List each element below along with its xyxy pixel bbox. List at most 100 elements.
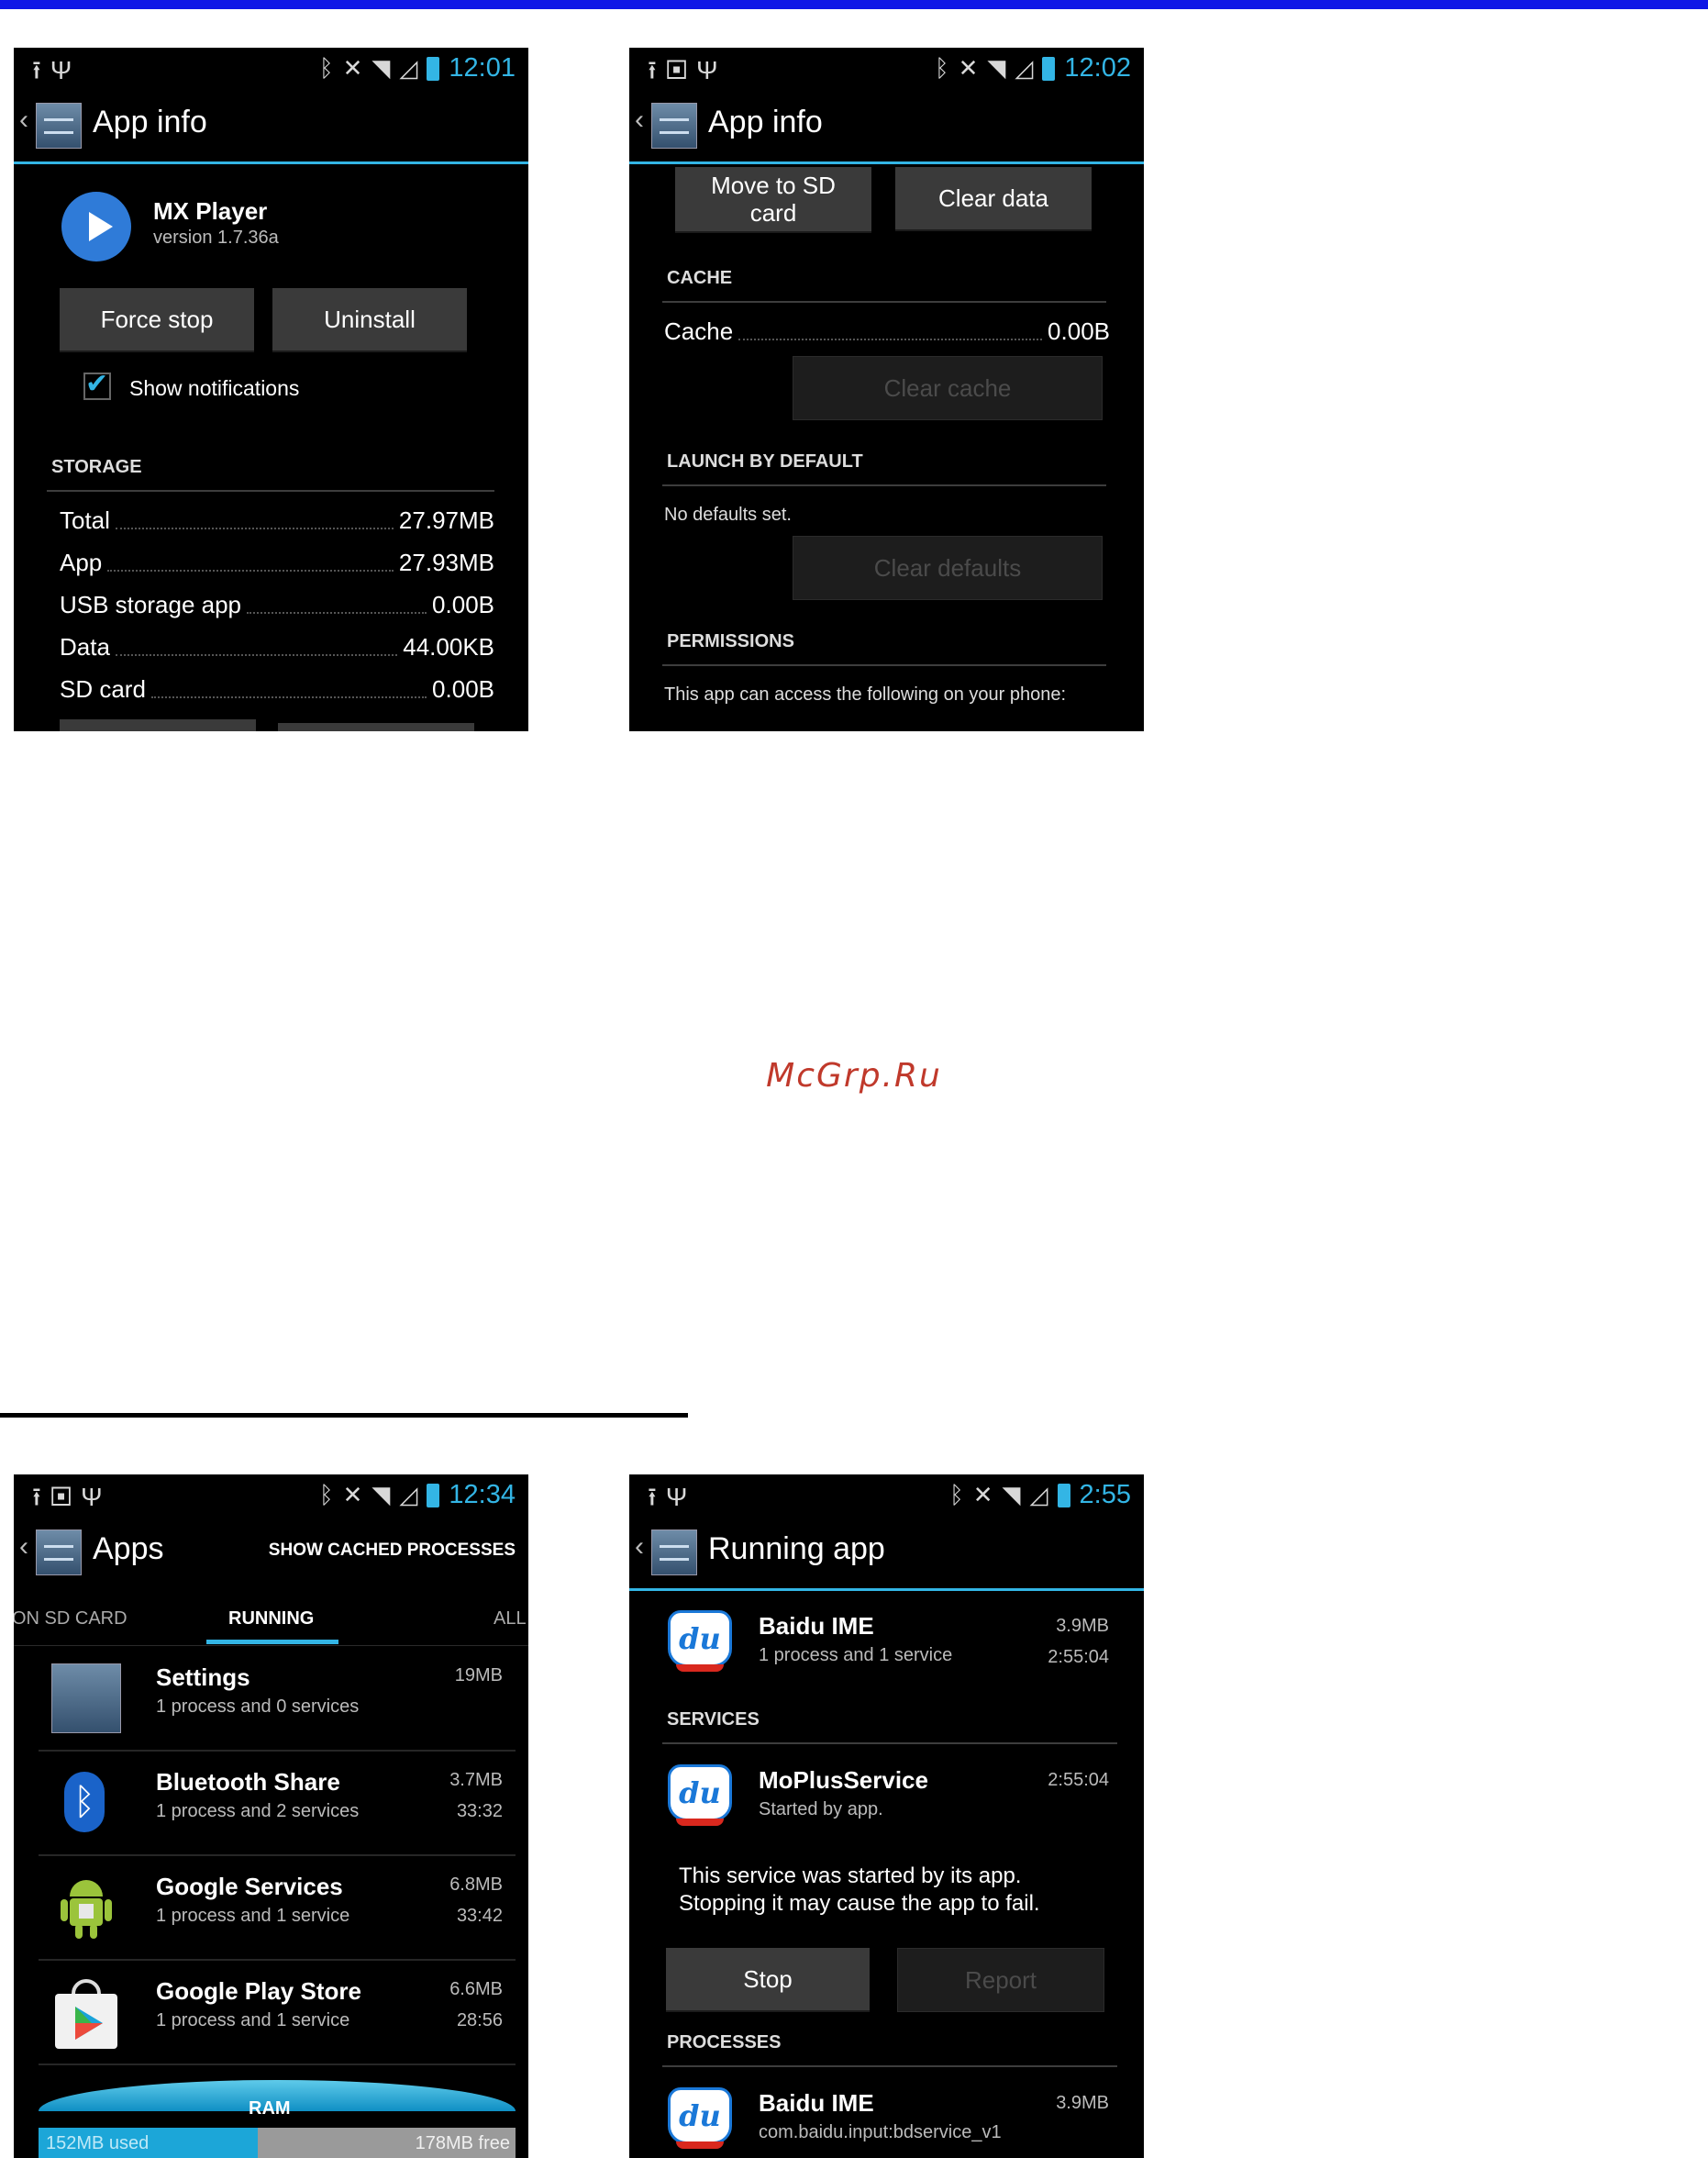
permissions-divider (662, 664, 1106, 666)
mute-icon: ✕ (342, 54, 363, 82)
baidu-icon: du (668, 1610, 732, 1672)
report-button[interactable]: Report (897, 1948, 1104, 2012)
status-bar: ⭱▣Ψ ᛒ ✕ ◥ ◿ 12:34 (14, 1474, 528, 1513)
move-to-sd-button[interactable]: Move to SD card (675, 167, 871, 231)
clock: 12:02 (1064, 53, 1131, 83)
play-icon (61, 192, 131, 261)
clock: 2:55 (1079, 1480, 1131, 1509)
storage-row-sd: SD card 0.00B (60, 675, 494, 703)
wifi-icon: ◥ (987, 54, 1006, 82)
signal-icon: ◿ (399, 54, 418, 82)
list-item[interactable]: Settings 1 process and 0 services 19MB (39, 1649, 516, 1752)
action-bar: ‹ App info (14, 86, 528, 164)
wifi-icon: ◥ (372, 54, 391, 82)
app-time: 33:42 (456, 1906, 503, 1926)
app-sub: 1 process and 2 services (156, 1801, 360, 1821)
mute-icon: ✕ (958, 54, 979, 82)
clear-data-button[interactable]: Clear data (895, 167, 1092, 229)
services-header: SERVICES (667, 1709, 760, 1730)
image-icon: ▣ (665, 56, 697, 84)
status-bar: ⭱▣Ψ ᛒ ✕ ◥ ◿ 12:02 (629, 48, 1144, 86)
storage-header: STORAGE (51, 457, 142, 477)
battery-icon (1057, 1483, 1070, 1507)
storage-divider (47, 490, 494, 492)
launch-divider (662, 484, 1106, 486)
app-time: 33:32 (456, 1801, 503, 1821)
app-size: 6.8MB (449, 1874, 503, 1895)
ram-bar: 152MB used 178MB free (39, 2128, 516, 2158)
service-name[interactable]: MoPlusService (759, 1766, 928, 1795)
tab-running[interactable]: RUNNING (228, 1608, 314, 1630)
tab-all[interactable]: ALL (494, 1608, 527, 1630)
ram-used-text: 152MB used (46, 2133, 150, 2153)
action-bar: ‹ Apps SHOW CACHED PROCESSES (14, 1513, 528, 1588)
signal-icon: ◿ (399, 1481, 418, 1508)
process-size: 3.9MB (1056, 2093, 1109, 2113)
processes-header: PROCESSES (667, 2032, 782, 2052)
settings-icon[interactable] (36, 103, 82, 149)
usb-icon: Ψ (81, 1483, 112, 1511)
top-app-name: Baidu IME (759, 1612, 874, 1640)
play-store-icon (51, 1974, 121, 2051)
permissions-text: This app can access the following on you… (664, 684, 1067, 705)
bluetooth-icon: ᛒ (949, 1481, 964, 1508)
list-item[interactable]: Google Play Store 1 process and 1 servic… (39, 1961, 516, 2065)
horizontal-rule (0, 1413, 688, 1418)
mute-icon: ✕ (342, 1481, 363, 1508)
app-info-screen-scrolled: ⭱▣Ψ ᛒ ✕ ◥ ◿ 12:02 ‹ App info Move to SD … (629, 48, 1144, 731)
battery-icon (1042, 56, 1056, 81)
status-bar: ⭱Ψ ᛒ ✕ ◥ ◿ 2:55 (629, 1474, 1144, 1513)
settings-icon (51, 1663, 121, 1733)
clear-cache-button[interactable]: Clear cache (793, 356, 1103, 420)
back-chevron-icon[interactable]: ‹ (19, 105, 28, 136)
uninstall-button[interactable]: Uninstall (272, 288, 467, 350)
tab-on-sd-card[interactable]: ON SD CARD (14, 1608, 128, 1630)
upload-icon: ⭱ (32, 1483, 50, 1511)
process-name[interactable]: Baidu IME (759, 2089, 874, 2118)
usb-icon: Ψ (665, 1483, 697, 1511)
app-name: Google Play Store (156, 1977, 361, 2005)
settings-icon[interactable] (36, 1530, 82, 1575)
show-cached-processes-button[interactable]: SHOW CACHED PROCESSES (269, 1541, 516, 1561)
bluetooth-icon: ᛒ (64, 1772, 105, 1832)
bluetooth-icon: ᛒ (319, 54, 334, 82)
usb-icon: Ψ (696, 56, 727, 84)
back-chevron-icon[interactable]: ‹ (19, 1531, 28, 1563)
storage-row-app: App 27.93MB (60, 549, 494, 576)
storage-row-data: Data 44.00KB (60, 633, 494, 661)
running-apps-screen: ⭱▣Ψ ᛒ ✕ ◥ ◿ 12:34 ‹ Apps SHOW CACHED PRO… (14, 1474, 528, 2158)
storage-row-total: Total 27.97MB (60, 506, 494, 534)
checkbox-icon[interactable]: ✔ (83, 371, 111, 400)
list-item[interactable]: ᛒ Bluetooth Share 1 process and 2 servic… (39, 1752, 516, 1856)
stop-button[interactable]: Stop (666, 1948, 870, 2010)
app-size: 19MB (454, 1665, 503, 1685)
wifi-icon: ◥ (1002, 1481, 1021, 1508)
clock: 12:34 (449, 1480, 516, 1509)
action-bar: ‹ App info (629, 86, 1144, 164)
app-name: Google Services (156, 1873, 343, 1900)
tab-running-indicator (206, 1640, 338, 1644)
list-item[interactable]: Google Services 1 process and 1 service … (39, 1856, 516, 1961)
action-bar-title: Apps (93, 1531, 164, 1566)
move-to-sd-button-partial[interactable] (60, 719, 256, 731)
baidu-icon: du (668, 1764, 732, 1826)
app-size: 3.7MB (449, 1770, 503, 1790)
back-chevron-icon[interactable]: ‹ (635, 1531, 644, 1563)
force-stop-button[interactable]: Force stop (60, 288, 254, 350)
app-time: 28:56 (456, 2010, 503, 2030)
battery-icon (427, 56, 440, 81)
action-bar-title: App info (93, 105, 207, 139)
settings-icon[interactable] (651, 103, 697, 149)
clear-defaults-button[interactable]: Clear defaults (793, 536, 1103, 600)
settings-icon[interactable] (651, 1530, 697, 1575)
app-size: 6.6MB (449, 1979, 503, 1999)
cache-header: CACHE (667, 268, 733, 288)
baidu-icon: du (668, 2087, 732, 2149)
signal-icon: ◿ (1029, 1481, 1048, 1508)
image-icon: ▣ (50, 1483, 82, 1511)
clear-data-button-partial[interactable] (278, 723, 474, 731)
bluetooth-icon: ᛒ (319, 1481, 334, 1508)
app-version: version 1.7.36a (153, 228, 279, 248)
upload-icon: ⭱ (648, 1483, 666, 1511)
back-chevron-icon[interactable]: ‹ (635, 105, 644, 136)
